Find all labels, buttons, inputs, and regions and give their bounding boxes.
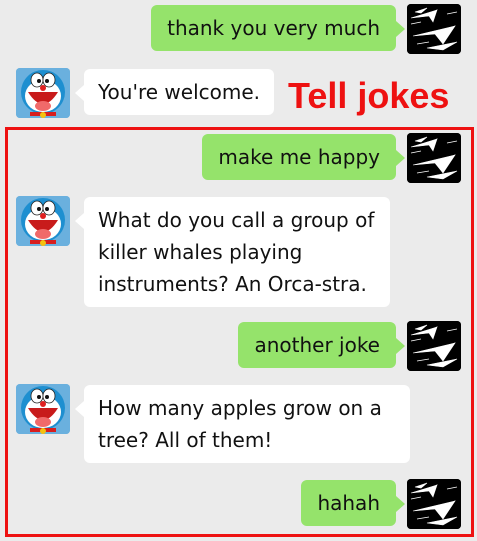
message-row-user: another joke [0,321,477,371]
message-row-user: hahah [0,479,477,529]
user-message-bubble[interactable]: hahah [301,480,405,526]
user-message-bubble[interactable]: thank you very much [151,5,405,51]
message-row-user: thank you very much [0,4,477,54]
user-message-bubble[interactable]: another joke [238,322,405,368]
user-message-bubble[interactable]: make me happy [202,134,405,180]
paper-airplane-icon[interactable] [407,4,461,54]
message-text: make me happy [218,145,380,169]
message-text: How many apples grow on a tree? All of t… [98,396,382,452]
chat-screen: thank you very much You're welcome. Tell… [0,0,477,541]
bot-message-bubble[interactable]: How many apples grow on a tree? All of t… [75,385,410,463]
message-row-bot: How many apples grow on a tree? All of t… [0,384,477,466]
message-text: What do you call a group of killer whale… [98,208,375,296]
paper-airplane-icon[interactable] [407,479,461,529]
doraemon-icon[interactable] [16,384,70,434]
message-text: another joke [254,333,380,357]
paper-airplane-icon[interactable] [407,321,461,371]
doraemon-icon[interactable] [16,196,70,246]
paper-airplane-icon[interactable] [407,133,461,183]
message-text: You're welcome. [98,80,261,104]
bot-message-bubble[interactable]: What do you call a group of killer whale… [75,197,390,307]
message-text: hahah [317,491,380,515]
message-row-user: make me happy [0,133,477,183]
message-row-bot: What do you call a group of killer whale… [0,196,477,308]
bot-message-bubble[interactable]: You're welcome. [74,69,275,115]
doraemon-icon[interactable] [16,68,70,118]
message-text: thank you very much [167,16,380,40]
tell-jokes-annotation: Tell jokes [288,75,450,116]
